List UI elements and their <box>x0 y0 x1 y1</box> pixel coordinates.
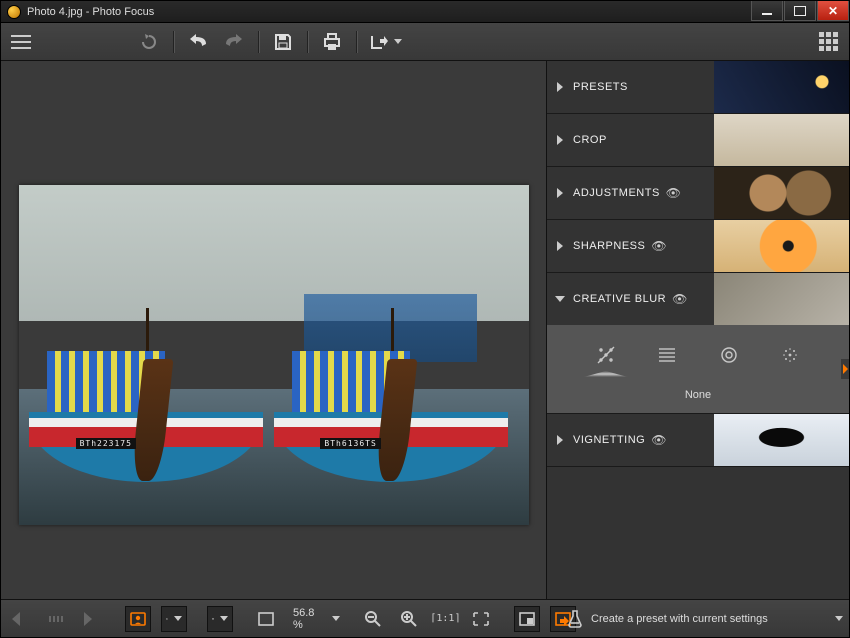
zoom-dropdown[interactable] <box>332 616 340 621</box>
preset-dropdown[interactable] <box>835 616 843 621</box>
visibility-icon[interactable]: 👁 <box>651 239 667 253</box>
panel-label: PRESETS <box>573 81 628 93</box>
zoom-out-button[interactable] <box>360 606 386 632</box>
flask-icon <box>567 610 583 628</box>
canvas-area[interactable]: BTh223175 BTh6136TS <box>1 61 546 599</box>
prev-image-button[interactable] <box>7 606 33 632</box>
window-controls <box>750 1 849 22</box>
window-title: Photo 4.jpg - Photo Focus <box>27 6 750 18</box>
visibility-icon[interactable]: 👁 <box>666 186 682 200</box>
expand-panel-button[interactable] <box>841 359 849 379</box>
panel-crop-thumb <box>714 114 849 166</box>
panel-adjustments-thumb <box>714 167 849 219</box>
panel-label: VIGNETTING <box>573 434 645 446</box>
maximize-button[interactable] <box>784 1 816 21</box>
photo-preview[interactable]: BTh223175 BTh6136TS <box>19 185 529 525</box>
panel-label: CROP <box>573 134 607 146</box>
visibility-icon[interactable]: 👁 <box>651 433 667 447</box>
top-toolbar <box>1 23 849 61</box>
app-window: Photo 4.jpg - Photo Focus <box>0 0 850 638</box>
view-split-button[interactable] <box>161 606 187 632</box>
visibility-icon[interactable]: 👁 <box>672 292 688 306</box>
panel-blur-thumb <box>714 273 849 325</box>
zoom-fit-button[interactable] <box>468 606 494 632</box>
chevron-right-icon <box>557 435 563 445</box>
chevron-down-icon <box>174 616 182 621</box>
panel-label: SHARPNESS <box>573 240 645 252</box>
panel-adjustments[interactable]: ADJUSTMENTS 👁 <box>547 167 849 219</box>
undo-all-button[interactable] <box>137 30 161 54</box>
export-button[interactable] <box>369 30 403 54</box>
chevron-right-icon <box>557 188 563 198</box>
menu-button[interactable] <box>9 30 33 54</box>
chevron-down-icon <box>220 616 228 621</box>
minimize-button[interactable] <box>751 1 783 21</box>
navigator-button[interactable] <box>514 606 540 632</box>
panel-vignetting-thumb <box>714 414 849 466</box>
chevron-down-icon <box>394 39 402 44</box>
boat-registration-right: BTh6136TS <box>320 438 380 449</box>
close-button[interactable] <box>817 1 849 21</box>
panel-creative-blur-body: None <box>547 325 849 413</box>
chevron-right-icon <box>557 82 563 92</box>
zoom-100-button[interactable]: ⌈1:1⌉ <box>432 606 458 632</box>
blur-mode-radial[interactable] <box>715 341 743 369</box>
chevron-down-icon <box>555 296 565 302</box>
blur-mode-none[interactable] <box>592 341 620 369</box>
panel-sharpness-thumb <box>714 220 849 272</box>
panel-crop[interactable]: CROP <box>547 114 849 166</box>
view-single-button[interactable] <box>125 606 151 632</box>
blur-mode-label: None <box>547 389 849 401</box>
titlebar: Photo 4.jpg - Photo Focus <box>1 1 849 23</box>
thumbnail-grid-button[interactable] <box>817 30 841 54</box>
panel-creative-blur[interactable]: CREATIVE BLUR 👁 <box>547 273 849 325</box>
blur-mode-diffuse[interactable] <box>776 341 804 369</box>
create-preset-label: Create a preset with current settings <box>591 613 768 625</box>
panel-presets-thumb <box>714 61 849 113</box>
print-button[interactable] <box>320 30 344 54</box>
save-button[interactable] <box>271 30 295 54</box>
filmstrip-icon <box>43 606 69 632</box>
fit-screen-button[interactable] <box>253 606 279 632</box>
panel-vignetting[interactable]: VIGNETTING 👁 <box>547 414 849 466</box>
undo-button[interactable] <box>186 30 210 54</box>
zoom-level: 56.8 % <box>293 607 314 631</box>
chevron-right-icon <box>557 135 563 145</box>
app-icon <box>7 5 21 19</box>
zoom-in-button[interactable] <box>396 606 422 632</box>
status-bar-left: 56.8 % ⌈1:1⌉ <box>7 600 553 637</box>
side-panel: PRESETS CROP ADJUSTMENTS 👁 <box>546 61 849 599</box>
compare-button[interactable] <box>207 606 233 632</box>
blur-mode-linear[interactable] <box>653 341 681 369</box>
panel-label: ADJUSTMENTS <box>573 187 660 199</box>
redo-button[interactable] <box>222 30 246 54</box>
create-preset-button[interactable]: Create a preset with current settings <box>567 610 821 628</box>
panel-label: CREATIVE BLUR <box>573 293 666 305</box>
panel-presets[interactable]: PRESETS <box>547 61 849 113</box>
panel-sharpness[interactable]: SHARPNESS 👁 <box>547 220 849 272</box>
chevron-right-icon <box>557 241 563 251</box>
next-image-button[interactable] <box>79 606 105 632</box>
boat-registration-left: BTh223175 <box>76 438 136 449</box>
status-bar-right: Create a preset with current settings <box>553 600 843 637</box>
